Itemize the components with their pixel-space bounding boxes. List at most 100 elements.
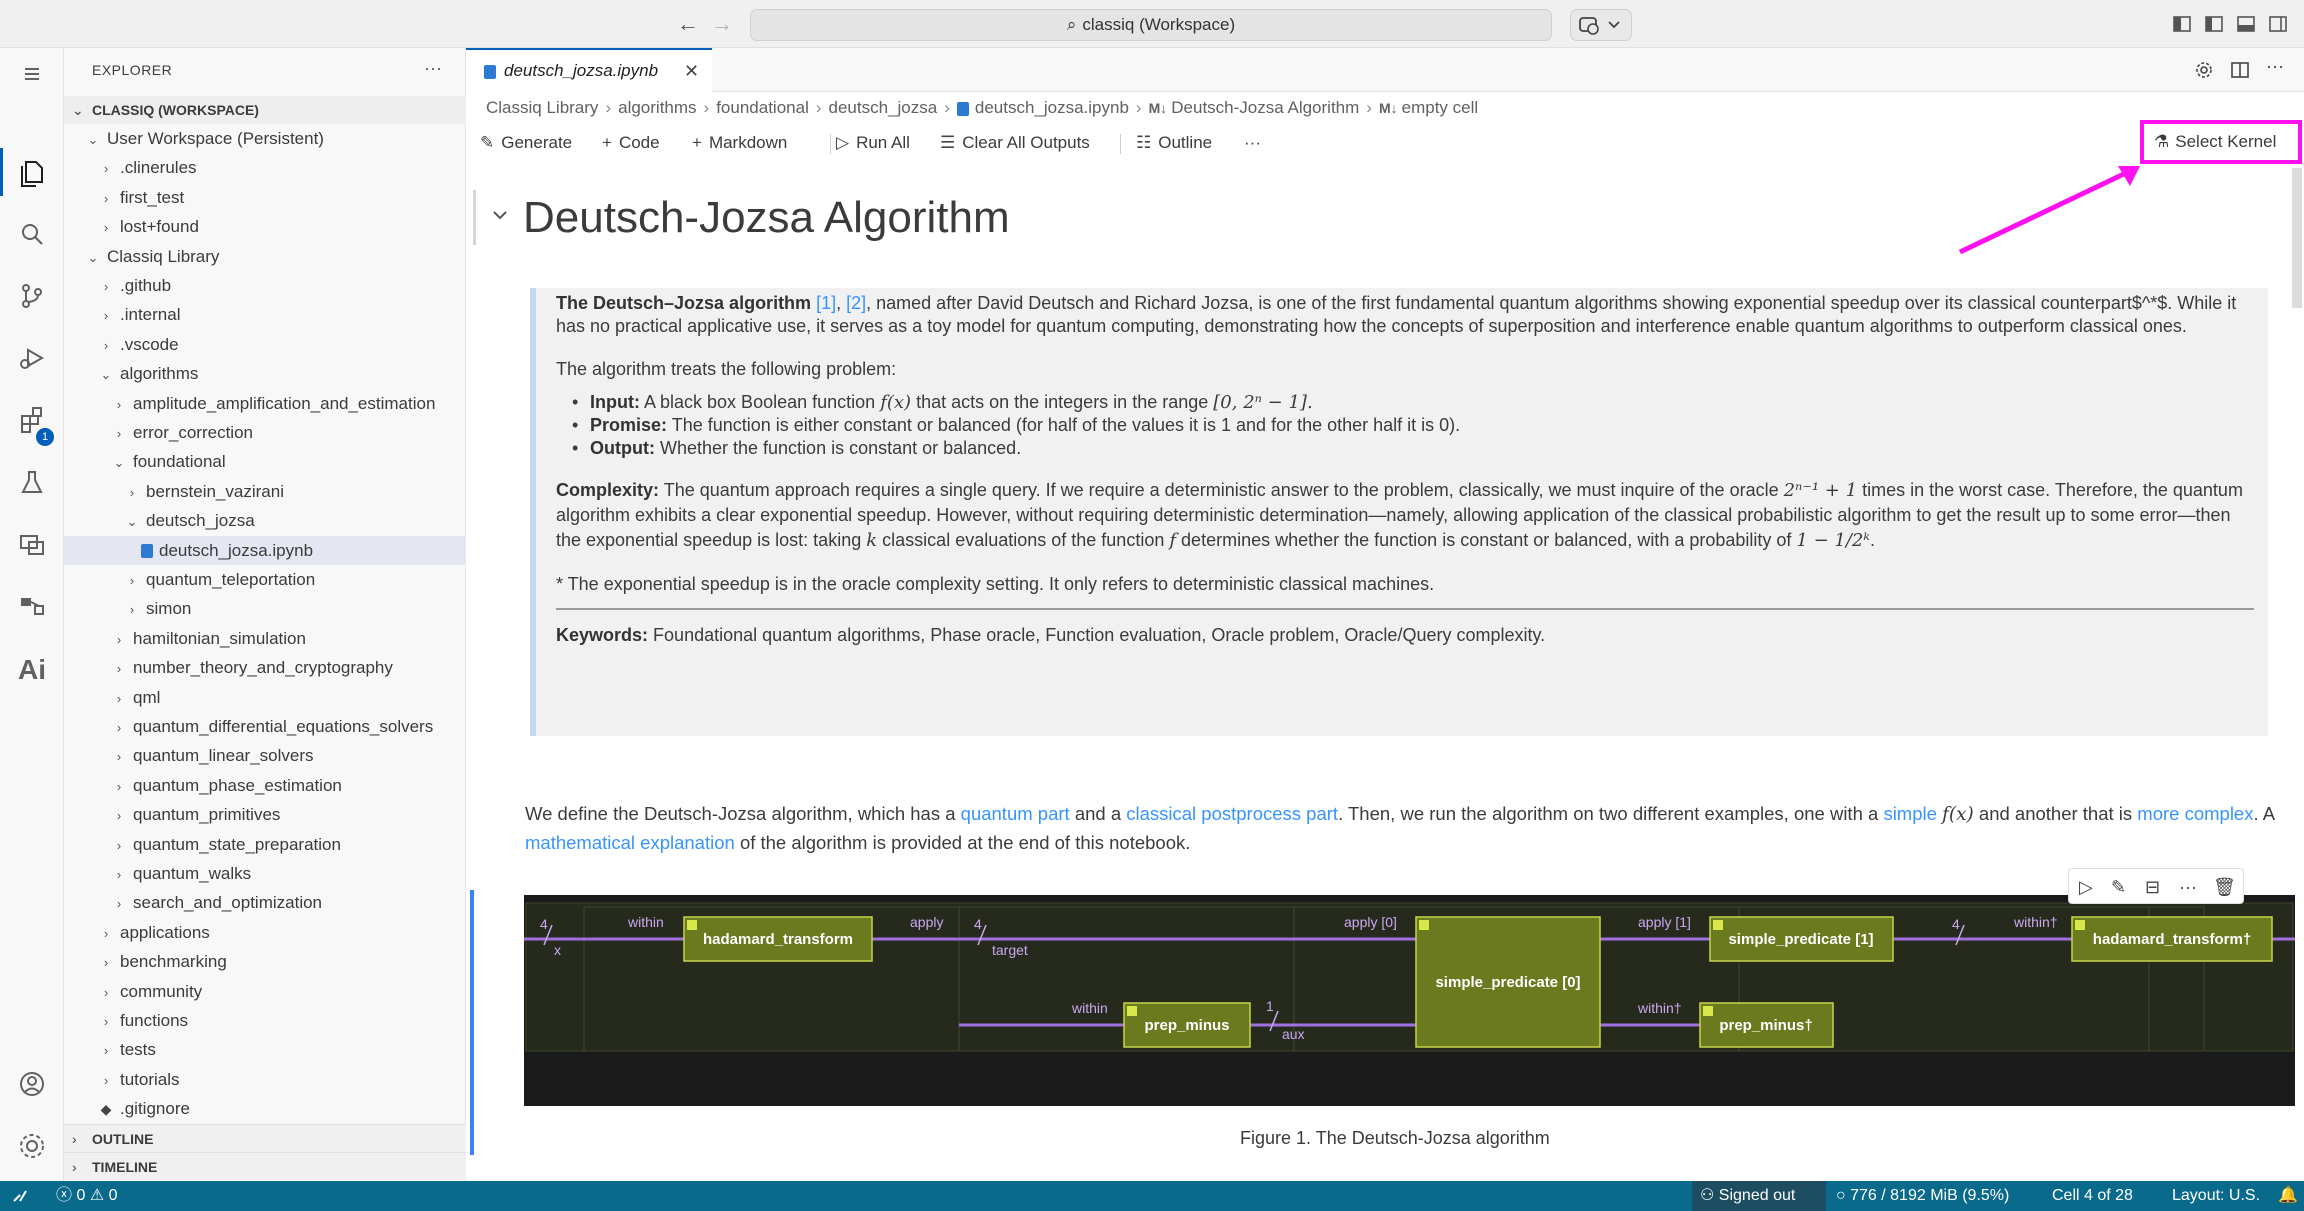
notifications-bell-icon[interactable]: 🔔 xyxy=(2278,1181,2298,1211)
tree-item[interactable]: ⌄ Classiq Library xyxy=(64,242,466,271)
search-view-icon[interactable] xyxy=(16,218,48,250)
breadcrumb-item[interactable]: Deutsch-Jozsa Algorithm xyxy=(1171,98,1359,117)
breadcrumb-item[interactable]: deutsch_jozsa.ipynb xyxy=(975,98,1129,117)
edit-pencil-icon[interactable]: ✎ xyxy=(2111,877,2131,897)
tree-item[interactable]: › benchmarking xyxy=(64,947,466,976)
workspace-section-header[interactable]: ⌄ CLASSIQ (WORKSPACE) xyxy=(64,96,466,124)
delete-trash-icon[interactable]: 🗑 xyxy=(2213,877,2236,897)
copilot-button[interactable] xyxy=(1570,9,1632,41)
quantum-model-icon[interactable] xyxy=(16,590,48,622)
toggle-secondary-sidebar-icon[interactable] xyxy=(2268,14,2288,34)
timeline-section-header[interactable]: › TIMELINE xyxy=(64,1152,466,1180)
tree-item[interactable]: ⌄ algorithms xyxy=(64,359,466,388)
tree-item[interactable]: › community xyxy=(64,977,466,1006)
breadcrumb-item[interactable]: foundational xyxy=(716,98,809,117)
tree-item[interactable]: › quantum_walks xyxy=(64,859,466,888)
reference-link[interactable]: [2] xyxy=(846,293,866,313)
ai-assistant-icon[interactable]: Ai xyxy=(16,654,48,686)
tree-item[interactable]: › first_test xyxy=(64,183,466,212)
classical-postprocess-link[interactable]: classical postprocess part xyxy=(1126,803,1338,824)
tree-item[interactable]: › .clinerules xyxy=(64,153,466,182)
more-actions-icon[interactable]: ··· xyxy=(424,58,442,79)
execute-cell-icon[interactable]: ▷ xyxy=(2079,877,2099,897)
mathematical-explanation-link[interactable]: mathematical explanation xyxy=(525,832,735,853)
tree-item[interactable]: › amplitude_amplification_and_estimation xyxy=(64,389,466,418)
reference-link[interactable]: [1] xyxy=(816,293,836,313)
account-icon[interactable] xyxy=(16,1068,48,1100)
simple-link[interactable]: simple xyxy=(1883,803,1936,824)
tree-item[interactable]: deutsch_jozsa.ipynb xyxy=(64,535,466,565)
problems-indicator[interactable]: ⓧ 0 ⚠ 0 xyxy=(56,1181,118,1211)
split-cell-icon[interactable]: ⊟ xyxy=(2145,877,2165,897)
run-debug-icon[interactable] xyxy=(16,342,48,374)
tree-item[interactable]: › bernstein_vazirani xyxy=(64,477,466,506)
toggle-primary-sidebar-icon[interactable] xyxy=(2204,14,2224,34)
remote-explorer-icon[interactable] xyxy=(16,528,48,560)
more-complex-link[interactable]: more complex xyxy=(2137,803,2253,824)
tree-item[interactable]: › hamiltonian_simulation xyxy=(64,624,466,653)
notebook-scrollbar[interactable] xyxy=(2292,168,2302,308)
forward-arrow-icon[interactable]: → xyxy=(710,12,734,36)
clear-all-outputs-button[interactable]: ☰ Clear All Outputs xyxy=(940,128,1090,158)
breadcrumb-item[interactable]: algorithms xyxy=(618,98,696,117)
source-control-icon[interactable] xyxy=(16,280,48,312)
tab-more-actions-icon[interactable]: ··· xyxy=(2266,56,2286,76)
select-kernel-button[interactable]: ⚗ Select Kernel xyxy=(2140,120,2302,164)
customize-layout-icon[interactable] xyxy=(2172,14,2192,34)
cell-position[interactable]: Cell 4 of 28 xyxy=(2052,1181,2133,1211)
tree-item[interactable]: › quantum_phase_estimation xyxy=(64,771,466,800)
notebook-settings-gear-icon[interactable] xyxy=(2194,60,2214,80)
signed-out-indicator[interactable]: ⚇ Signed out xyxy=(1692,1181,1826,1211)
run-all-button[interactable]: ▷ Run All xyxy=(836,128,910,158)
add-code-button[interactable]: + Code xyxy=(602,128,660,158)
cell-more-icon[interactable]: ··· xyxy=(2179,877,2199,897)
toolbar-more-icon[interactable]: ··· xyxy=(1244,128,1261,158)
command-center[interactable]: ⌕ classiq (Workspace) xyxy=(750,9,1552,41)
memory-indicator[interactable]: ○ 776 / 8192 MiB (9.5%) xyxy=(1836,1181,2009,1211)
tree-item[interactable]: › quantum_primitives xyxy=(64,800,466,829)
tree-item[interactable]: ⌄ deutsch_jozsa xyxy=(64,506,466,535)
files-explorer-icon[interactable] xyxy=(16,156,48,188)
breadcrumb-item[interactable]: empty cell xyxy=(1402,98,1479,117)
tree-item[interactable]: › quantum_teleportation xyxy=(64,565,466,594)
breadcrumb-item[interactable]: deutsch_jozsa xyxy=(829,98,938,117)
quantum-part-link[interactable]: quantum part xyxy=(961,803,1070,824)
tree-item[interactable]: › .vscode xyxy=(64,330,466,359)
close-icon[interactable]: ✕ xyxy=(684,50,699,92)
generate-button[interactable]: ✎ Generate xyxy=(480,128,572,158)
tree-item[interactable]: › .github xyxy=(64,271,466,300)
back-arrow-icon[interactable]: ← xyxy=(676,12,700,36)
tree-item[interactable]: › lost+found xyxy=(64,212,466,241)
breadcrumb-item[interactable]: Classiq Library xyxy=(486,98,598,117)
add-markdown-button[interactable]: + Markdown xyxy=(692,128,787,158)
tree-item[interactable]: › simon xyxy=(64,594,466,623)
chevron-down-icon[interactable] xyxy=(490,205,510,225)
toggle-panel-icon[interactable] xyxy=(2236,14,2256,34)
settings-gear-icon[interactable] xyxy=(16,1130,48,1162)
tree-item[interactable]: › error_correction xyxy=(64,418,466,447)
remote-indicator[interactable] xyxy=(0,1181,44,1211)
tree-item[interactable]: ◆ .gitignore xyxy=(64,1094,466,1123)
tree-item[interactable]: ⌄ User Workspace (Persistent) xyxy=(64,124,466,153)
tab-deutsch-jozsa-notebook[interactable]: deutsch_jozsa.ipynb ✕ xyxy=(466,48,712,92)
menu-icon[interactable] xyxy=(16,58,48,90)
tree-item[interactable]: › quantum_differential_equations_solvers xyxy=(64,712,466,741)
complexity-text: The quantum approach requires a single q… xyxy=(663,480,1779,500)
outline-section-header[interactable]: › OUTLINE xyxy=(64,1124,466,1152)
testing-flask-icon[interactable] xyxy=(16,466,48,498)
tree-item[interactable]: ⌄ foundational xyxy=(64,447,466,476)
keyboard-layout[interactable]: Layout: U.S. xyxy=(2172,1181,2260,1211)
error-count: 0 xyxy=(76,1187,86,1204)
tree-item[interactable]: › .internal xyxy=(64,300,466,329)
tree-item[interactable]: › quantum_linear_solvers xyxy=(64,741,466,770)
tree-item[interactable]: › qml xyxy=(64,683,466,712)
tree-item[interactable]: › tests xyxy=(64,1035,466,1064)
tree-item[interactable]: › number_theory_and_cryptography xyxy=(64,653,466,682)
tree-item[interactable]: › tutorials xyxy=(64,1065,466,1094)
tree-item[interactable]: › applications xyxy=(64,918,466,947)
split-editor-icon[interactable] xyxy=(2230,60,2250,80)
tree-item[interactable]: › quantum_state_preparation xyxy=(64,830,466,859)
tree-item[interactable]: › functions xyxy=(64,1006,466,1035)
outline-button[interactable]: ☷ Outline xyxy=(1136,128,1212,158)
tree-item[interactable]: › search_and_optimization xyxy=(64,888,466,917)
